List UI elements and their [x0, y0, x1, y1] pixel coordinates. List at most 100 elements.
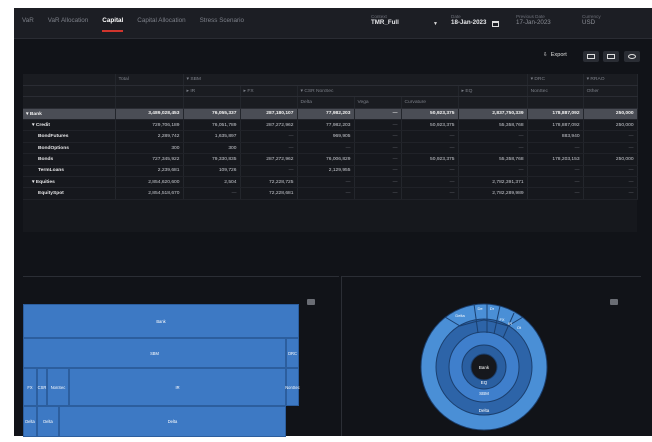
- table-cell: —: [527, 176, 584, 189]
- table-row[interactable]: ▾ Bank 3,489,028,453 76,055,337 287,180,107…: [23, 108, 638, 121]
- table-cell: 178,887,092: [527, 119, 584, 132]
- header-delta[interactable]: Delta: [297, 96, 355, 109]
- treemap-tile[interactable]: NonSec: [47, 368, 69, 406]
- header-fx[interactable]: ▸ FX: [240, 85, 298, 98]
- date-picker[interactable]: Date 18-Jan-2023: [451, 14, 486, 26]
- table-cell: —: [354, 176, 402, 189]
- grid-body: ▾ Bank 3,489,028,453 76,055,337 287,180,107…: [23, 108, 638, 200]
- header-nonsec[interactable]: NonSec: [527, 85, 584, 98]
- table-row[interactable]: BondOptions 300 300— — — — — — —: [23, 142, 638, 155]
- date-value: 18-Jan-2023: [451, 19, 487, 26]
- grid-view-button[interactable]: [583, 51, 599, 62]
- tab-stress-scenario[interactable]: Stress Scenario: [200, 17, 244, 24]
- header-eq[interactable]: ▸ EQ: [458, 85, 528, 98]
- menu-icon[interactable]: [307, 299, 315, 305]
- settings-button[interactable]: [624, 51, 640, 62]
- table-cell: 76,055,337: [183, 108, 241, 121]
- tab-capital[interactable]: Capital: [102, 17, 124, 32]
- table-cell: —: [583, 165, 638, 178]
- table-cell: —: [583, 187, 638, 200]
- tab-var-allocation[interactable]: VaR Allocation: [48, 17, 89, 24]
- treemap-tile[interactable]: CSR: [37, 368, 47, 406]
- header-rrao[interactable]: ▾ RRAO: [583, 74, 638, 86]
- context-selector[interactable]: Context TMR_Full: [371, 14, 399, 26]
- sunburst-outer-label: Delta: [455, 313, 465, 318]
- table-cell: —: [354, 153, 402, 166]
- header-vega[interactable]: Vega: [354, 96, 402, 109]
- header-drc[interactable]: ▾ DRC: [527, 74, 584, 86]
- table-cell: —: [401, 142, 459, 155]
- export-button[interactable]: ⇩ Export: [543, 52, 567, 58]
- treemap-tile[interactable]: DRC: [286, 338, 299, 368]
- treemap-tile[interactable]: Delta: [37, 406, 59, 437]
- table-cell: —: [401, 176, 459, 189]
- tab-capital-allocation[interactable]: Capital Allocation: [137, 17, 185, 24]
- sunburst-center-label: Bank: [479, 365, 490, 370]
- treemap-tile[interactable]: Bank: [23, 304, 299, 338]
- table-row[interactable]: ▾ Equities 2,854,620,600 2,504 72,228,725— —…: [23, 176, 638, 189]
- table-cell: 76,006,829: [297, 153, 355, 166]
- table-row[interactable]: ▾ Credit 729,706,189 76,051,789 287,272,962…: [23, 119, 638, 132]
- header-csr-nonsec[interactable]: ▾ CSR NonSec: [297, 85, 459, 98]
- table-cell: 55,358,768: [458, 153, 528, 166]
- chevron-down-icon[interactable]: ▼: [433, 21, 438, 27]
- row-label[interactable]: BondOptions: [23, 142, 116, 155]
- table-cell: —: [354, 142, 402, 155]
- sunburst-outer-label: Dr: [490, 306, 495, 311]
- row-label[interactable]: ▾ Credit: [23, 119, 116, 132]
- sunburst-panel: Bank SBM EQ Delta Delta De Dr FX IR Ot: [341, 276, 641, 436]
- sunburst-ring-label: SBM: [479, 391, 489, 396]
- table-cell: 2,504: [183, 176, 241, 189]
- chart-view-button[interactable]: [603, 51, 619, 62]
- table-cell: 2,239,681: [115, 165, 184, 178]
- table-row[interactable]: Bonds 727,345,922 79,330,835 287,272,962 76,…: [23, 153, 638, 166]
- table-cell: 109,726: [183, 165, 241, 178]
- export-label: Export: [550, 52, 567, 58]
- table-cell: 729,706,189: [115, 119, 184, 132]
- table-cell: 287,180,107: [240, 108, 298, 121]
- header-curvature[interactable]: Curvature: [401, 96, 459, 109]
- row-label[interactable]: ▾ Equities: [23, 176, 116, 189]
- table-cell: 300: [183, 142, 241, 155]
- table-row[interactable]: TermLoans 2,239,681 109,726—2,129,955— — — — —: [23, 165, 638, 178]
- tab-var[interactable]: VaR: [22, 17, 34, 24]
- sunburst-ring-label: EQ: [481, 380, 488, 385]
- table-cell: —: [354, 130, 402, 143]
- menu-icon[interactable]: [610, 299, 618, 305]
- row-label[interactable]: TermLoans: [23, 165, 116, 178]
- row-label[interactable]: Bonds: [23, 153, 116, 166]
- sunburst-ring-label: Delta: [479, 408, 490, 413]
- treemap-tile[interactable]: NonSec: [285, 368, 300, 406]
- row-label[interactable]: BondFutures: [23, 130, 116, 143]
- treemap-tile[interactable]: Delta: [59, 406, 286, 437]
- treemap-tile[interactable]: SBM: [23, 338, 286, 368]
- table-cell: 2,129,955: [297, 165, 355, 178]
- row-label[interactable]: EquitySpot: [23, 187, 116, 200]
- row-label[interactable]: ▾ Bank: [23, 108, 116, 121]
- context-value: TMR_Full: [371, 19, 399, 26]
- treemap-tile[interactable]: IR: [69, 368, 286, 406]
- header-other[interactable]: Other: [583, 85, 638, 98]
- grid-icon: [587, 54, 595, 59]
- table-cell: 2,782,289,989: [458, 187, 528, 200]
- table-cell: —: [354, 165, 402, 178]
- previous-date: Previous Date 17-Jan-2023: [516, 14, 551, 26]
- header-total[interactable]: Total: [115, 74, 184, 86]
- table-row[interactable]: BondFutures 2,289,742 1,635,897—969,905— — —…: [23, 130, 638, 143]
- currency-value: USD: [582, 19, 596, 26]
- top-navigation: VaR VaR Allocation Capital Capital Alloc…: [14, 8, 652, 39]
- table-cell: 250,000: [583, 108, 638, 121]
- table-cell: —: [527, 187, 584, 200]
- table-cell: —: [458, 142, 528, 155]
- table-row[interactable]: EquitySpot 2,854,518,670—72,228,681— — —2,7…: [23, 187, 638, 200]
- calendar-icon[interactable]: [492, 21, 499, 27]
- sunburst-chart: Bank SBM EQ Delta Delta De Dr FX IR Ot: [420, 303, 548, 431]
- table-cell: 250,000: [583, 119, 638, 132]
- table-cell: —: [354, 108, 402, 121]
- header-ir[interactable]: ▸ IR: [183, 85, 241, 98]
- table-cell: 1,635,897: [183, 130, 241, 143]
- header-sbm[interactable]: ▾ SBM: [183, 74, 528, 86]
- treemap-tile[interactable]: FX: [23, 368, 37, 406]
- table-cell: —: [458, 130, 528, 143]
- treemap-tile[interactable]: Delta: [23, 406, 37, 437]
